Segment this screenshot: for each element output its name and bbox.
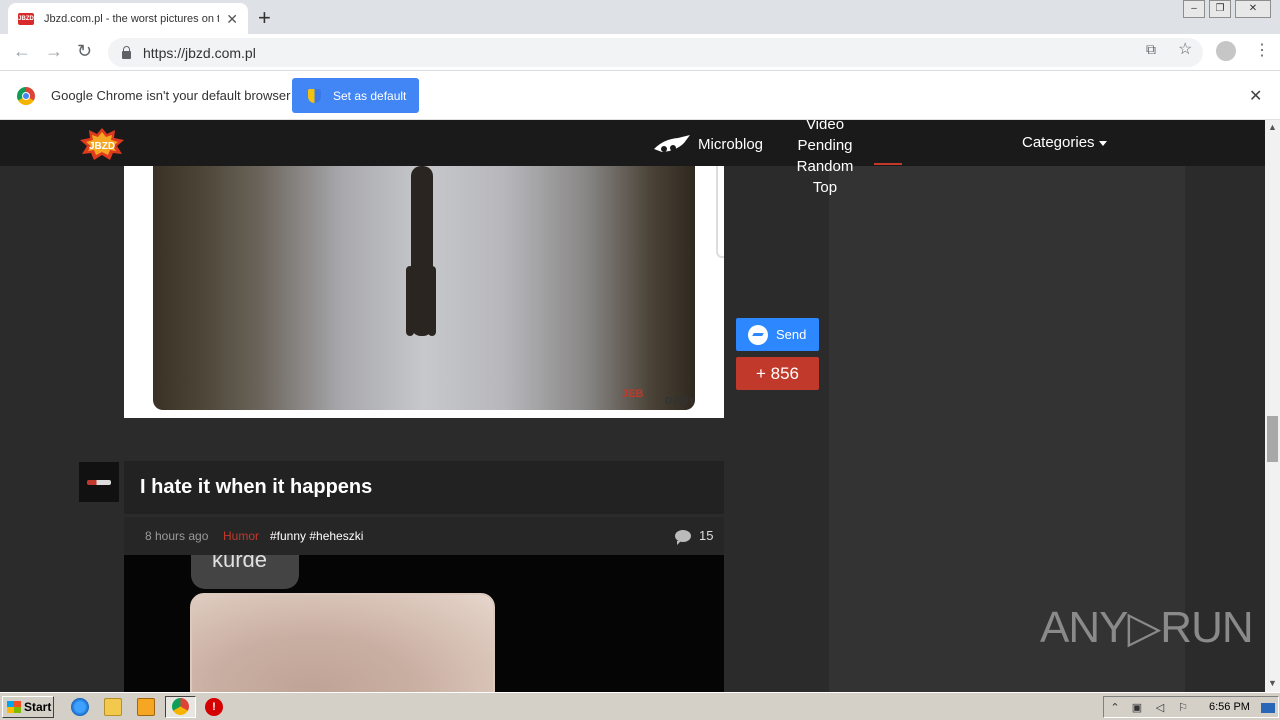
author-avatar[interactable] — [79, 462, 119, 502]
default-browser-infobar: Google Chrome isn't your default browser… — [0, 71, 1280, 120]
nav-video[interactable]: Video — [790, 120, 860, 135]
nav-overflow-links: Video Pending Random Top — [790, 120, 860, 198]
forward-icon[interactable]: → — [45, 41, 63, 62]
bookmark-star-icon[interactable]: ☆ — [1178, 39, 1192, 59]
post-category-link[interactable]: Humor — [223, 529, 259, 543]
image-watermark-right: DZIDY — [665, 396, 695, 407]
start-label: Start — [24, 700, 52, 714]
minimize-icon[interactable]: ‒ — [1183, 0, 1205, 18]
nav-categories-label: Categories — [1022, 134, 1095, 151]
comments-link[interactable]: 15 — [675, 528, 714, 545]
tab-strip: JBZD Jbzd.com.pl - the worst pictures on… — [0, 0, 1280, 34]
post-image[interactable] — [153, 166, 695, 410]
profile-avatar-icon[interactable] — [1216, 41, 1236, 61]
infobar-message: Google Chrome isn't your default browser — [51, 88, 291, 103]
screen: JBZD Jbzd.com.pl - the worst pictures on… — [0, 0, 1280, 720]
send-label: Send — [776, 327, 807, 342]
image-figure-leg — [406, 266, 414, 336]
avatar-logo-icon — [87, 479, 111, 485]
nav-categories-dropdown[interactable]: Categories — [1022, 134, 1107, 151]
image-chat-bubble: kurde — [191, 555, 299, 589]
media-player-icon[interactable] — [137, 698, 155, 716]
messenger-icon — [748, 324, 768, 345]
site-favicon-icon: JBZD — [18, 12, 34, 25]
image-figure-leg — [428, 266, 436, 336]
back-icon[interactable]: ← — [13, 41, 31, 62]
set-as-default-label: Set as default — [333, 88, 407, 103]
system-tray: ⌃ ▣ ◁ ⚐ 6:56 PM — [1103, 696, 1279, 718]
url-text[interactable]: https://jbzd.com.pl — [143, 45, 256, 61]
logo-text: JBZD — [89, 141, 115, 152]
browser-tab[interactable]: JBZD Jbzd.com.pl - the worst pictures on… — [8, 3, 248, 34]
tab-title: Jbzd.com.pl - the worst pictures on t — [44, 12, 219, 25]
post-title[interactable]: I hate it when it happens — [140, 476, 372, 499]
internet-explorer-icon[interactable] — [71, 698, 89, 716]
browser-toolbar: ← → ↻ https://jbzd.com.pl ⧉ ☆ ⋮ — [0, 34, 1280, 71]
anyrun-watermark: ANY▷RUN — [1040, 603, 1254, 652]
set-as-default-button[interactable]: Set as default — [292, 78, 419, 113]
translate-icon[interactable]: ⧉ — [1146, 41, 1156, 58]
chrome-menu-icon[interactable]: ⋮ — [1254, 40, 1270, 60]
messenger-send-button[interactable]: Send — [736, 318, 819, 351]
nav-random[interactable]: Random — [790, 156, 860, 177]
uac-shield-icon — [308, 88, 321, 103]
restore-icon[interactable]: ❐ — [1209, 0, 1231, 18]
network-icon[interactable]: ▣ — [1130, 701, 1144, 715]
security-shield-icon[interactable]: ! — [205, 698, 223, 716]
jbzd-logo-icon[interactable]: JBZD — [80, 128, 124, 160]
tab-close-icon[interactable]: ✕ — [226, 11, 238, 28]
windows-logo-icon — [7, 701, 21, 713]
post-tags[interactable]: #funny #heheszki — [270, 529, 363, 543]
scroll-thumb[interactable] — [1267, 416, 1278, 462]
infobar-close-icon[interactable]: ✕ — [1249, 86, 1262, 106]
image-photo — [190, 593, 495, 692]
site-header: JBZD Microblog Categories — [0, 120, 1265, 166]
post-title-bar: I hate it when it happens — [124, 461, 724, 514]
nav-top[interactable]: Top — [790, 177, 860, 198]
upvote-button[interactable]: + 856 — [736, 357, 819, 390]
post-meta-bar: 8 hours ago Humor #funny #heheszki 15 — [124, 517, 724, 555]
reload-icon[interactable]: ↻ — [77, 41, 92, 62]
folder-icon[interactable] — [104, 698, 122, 716]
action-center-flag-icon[interactable]: ⚐ — [1176, 701, 1190, 715]
chrome-icon — [172, 698, 189, 715]
tray-expand-icon[interactable]: ⌃ — [1108, 701, 1122, 715]
lock-icon[interactable] — [122, 45, 131, 59]
post-image[interactable]: kurde — [124, 555, 724, 692]
start-button[interactable]: Start — [2, 696, 54, 718]
windows-taskbar: Start ! ⌃ ▣ ◁ ⚐ 6:56 PM — [0, 692, 1280, 720]
nav-microblog[interactable]: Microblog — [652, 133, 763, 155]
page-content: JEB DZIDY Send + 856 I hate it when it h… — [0, 120, 1265, 692]
chrome-logo-icon — [17, 87, 35, 105]
window-close-icon[interactable]: ✕ — [1235, 0, 1271, 18]
new-tab-icon[interactable]: + — [258, 5, 271, 31]
show-desktop-icon[interactable] — [1261, 703, 1275, 713]
scroll-up-icon[interactable]: ▲ — [1268, 122, 1277, 132]
address-bar[interactable]: https://jbzd.com.pl — [108, 38, 1203, 67]
adjacent-card-edge — [716, 166, 724, 258]
comment-count: 15 — [699, 528, 714, 543]
image-watermark-left: JEB — [622, 388, 644, 400]
system-clock[interactable]: 6:56 PM — [1209, 701, 1250, 713]
caret-down-icon — [1098, 140, 1107, 146]
scroll-down-icon[interactable]: ▼ — [1268, 678, 1277, 688]
comment-bubble-icon — [675, 529, 691, 545]
page-scrollbar[interactable]: ▲ ▼ — [1265, 120, 1280, 692]
post-time: 8 hours ago — [145, 529, 209, 543]
volume-icon[interactable]: ◁ — [1153, 701, 1167, 715]
image-chat-text: kurde — [212, 555, 268, 572]
nav-active-underline — [874, 163, 902, 165]
nav-pending[interactable]: Pending — [790, 135, 860, 156]
rocket-icon — [654, 135, 690, 152]
chrome-taskbar-button[interactable] — [165, 696, 196, 718]
nav-microblog-label: Microblog — [698, 135, 764, 153]
